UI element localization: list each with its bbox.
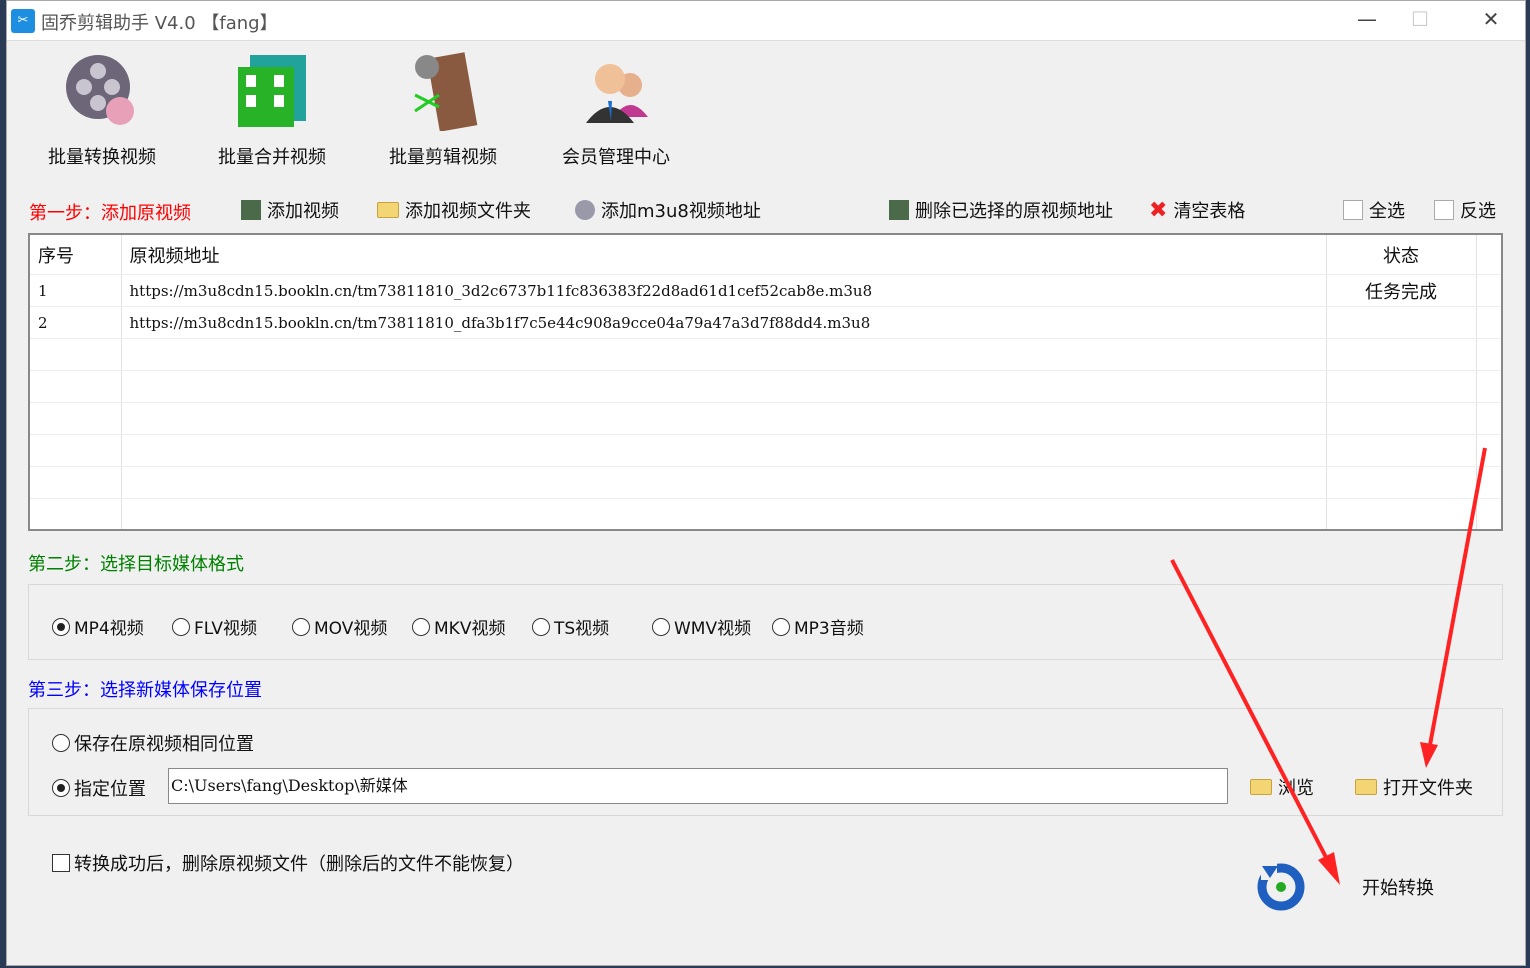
add-folder-button[interactable]: 添加视频文件夹: [377, 197, 531, 223]
folder-search-icon: [1250, 779, 1272, 795]
same-location-radio[interactable]: 保存在原视频相同位置: [52, 730, 254, 756]
tool-label: 批量剪辑视频: [389, 147, 497, 168]
cell-status: 任务完成: [1326, 274, 1477, 308]
delete-selected-button[interactable]: 删除已选择的原视频地址: [889, 197, 1113, 223]
step1-label: 第一步：添加原视频: [29, 203, 191, 224]
label: MP4视频: [74, 619, 144, 639]
document-icon: [1434, 200, 1454, 220]
table-row[interactable]: 1 https://m3u8cdn15.bookln.cn/tm73811810_…: [29, 274, 1503, 308]
format-radio[interactable]: MP3音频: [772, 614, 864, 639]
delete-after-checkbox[interactable]: 转换成功后，删除原视频文件（删除后的文件不能恢复）: [52, 850, 524, 876]
start-convert-button[interactable]: 开始转换: [1256, 862, 1434, 912]
label: 打开文件夹: [1383, 778, 1473, 799]
maximize-button[interactable]: ☐: [1400, 7, 1440, 31]
close-button[interactable]: ✕: [1471, 7, 1511, 31]
batch-cut-button[interactable]: 批量剪辑视频: [368, 51, 518, 169]
film-cut-icon: [403, 51, 483, 132]
tool-label: 批量合并视频: [218, 147, 326, 168]
header-no[interactable]: 序号: [29, 234, 122, 276]
cell-url: https://m3u8cdn15.bookln.cn/tm73811810_d…: [121, 306, 1327, 340]
folder-add-icon: [377, 202, 399, 218]
label: 全选: [1369, 201, 1405, 222]
scissors-icon: ✂: [11, 9, 35, 33]
format-radio[interactable]: TS视频: [532, 614, 609, 639]
custom-location-radio[interactable]: 指定位置: [52, 775, 146, 801]
label: 删除已选择的原视频地址: [915, 201, 1113, 222]
add-video-button[interactable]: 添加视频: [241, 197, 339, 223]
tool-label: 会员管理中心: [562, 147, 670, 168]
video-table[interactable]: 序号 原视频地址 状态 1 https://m3u8cdn15.bookln.cn…: [28, 233, 1503, 531]
label: 转换成功后，删除原视频文件（删除后的文件不能恢复）: [74, 854, 524, 875]
format-radio[interactable]: MOV视频: [292, 614, 387, 639]
label: 浏览: [1278, 778, 1314, 799]
label: TS视频: [554, 619, 610, 639]
title-bar: ✂ 固乔剪辑助手 V4.0 【fang】 — ☐ ✕: [7, 1, 1525, 41]
label: 保存在原视频相同位置: [74, 734, 254, 755]
table-header: 序号 原视频地址 状态: [29, 234, 1503, 276]
refresh-icon: [1257, 862, 1305, 911]
header-url[interactable]: 原视频地址: [121, 234, 1327, 276]
label: WMV视频: [674, 619, 752, 639]
label: 清空表格: [1173, 201, 1246, 222]
browse-button[interactable]: 浏览: [1250, 774, 1314, 800]
format-radio[interactable]: MP4视频: [52, 614, 144, 639]
label: 添加m3u8视频地址: [601, 201, 761, 222]
save-path-input[interactable]: C:\Users\fang\Desktop\新媒体: [168, 768, 1228, 804]
webcam-add-icon: [575, 200, 595, 220]
label: MKV视频: [434, 619, 506, 639]
label: 添加视频: [267, 201, 339, 222]
members-icon: [576, 51, 656, 131]
document-icon: [1343, 200, 1363, 220]
label: 开始转换: [1362, 878, 1434, 899]
minimize-button[interactable]: —: [1347, 7, 1387, 31]
folder-icon: [1355, 779, 1377, 795]
label: FLV视频: [194, 619, 258, 639]
select-all-button[interactable]: 全选: [1343, 197, 1405, 223]
label: 指定位置: [74, 779, 146, 800]
tool-label: 批量转换视频: [48, 147, 156, 168]
cell-url: https://m3u8cdn15.bookln.cn/tm73811810_3…: [121, 274, 1327, 308]
film-delete-icon: [889, 200, 909, 220]
table-row[interactable]: 2 https://m3u8cdn15.bookln.cn/tm73811810_…: [29, 306, 1503, 340]
header-extra: [1476, 234, 1503, 276]
cell-status: [1326, 306, 1477, 340]
cell-no: 2: [29, 306, 122, 340]
batch-merge-button[interactable]: 批量合并视频: [197, 51, 347, 169]
film-merge-icon: [232, 51, 312, 131]
film-reel-convert-icon: [62, 51, 142, 131]
batch-convert-button[interactable]: 批量转换视频: [27, 51, 177, 169]
invert-selection-button[interactable]: 反选: [1434, 197, 1496, 223]
window-title: 固乔剪辑助手 V4.0 【fang】: [41, 13, 278, 34]
cell-no: 1: [29, 274, 122, 308]
label: MOV视频: [314, 619, 388, 639]
format-radio[interactable]: WMV视频: [652, 614, 751, 639]
label: MP3音频: [794, 619, 864, 639]
red-x-icon: ✖: [1149, 197, 1168, 223]
format-radio[interactable]: MKV视频: [412, 614, 505, 639]
open-folder-button[interactable]: 打开文件夹: [1355, 774, 1473, 800]
header-status[interactable]: 状态: [1326, 234, 1477, 276]
clear-table-button[interactable]: ✖ 清空表格: [1149, 197, 1245, 223]
step3-label: 第三步：选择新媒体保存位置: [28, 680, 262, 701]
member-center-button[interactable]: 会员管理中心: [541, 51, 691, 169]
film-add-icon: [241, 200, 261, 220]
label: 添加视频文件夹: [405, 201, 531, 222]
format-radio[interactable]: FLV视频: [172, 614, 257, 639]
step2-label: 第二步：选择目标媒体格式: [28, 554, 244, 575]
label: 反选: [1460, 201, 1496, 222]
add-m3u8-button[interactable]: 添加m3u8视频地址: [575, 197, 761, 223]
